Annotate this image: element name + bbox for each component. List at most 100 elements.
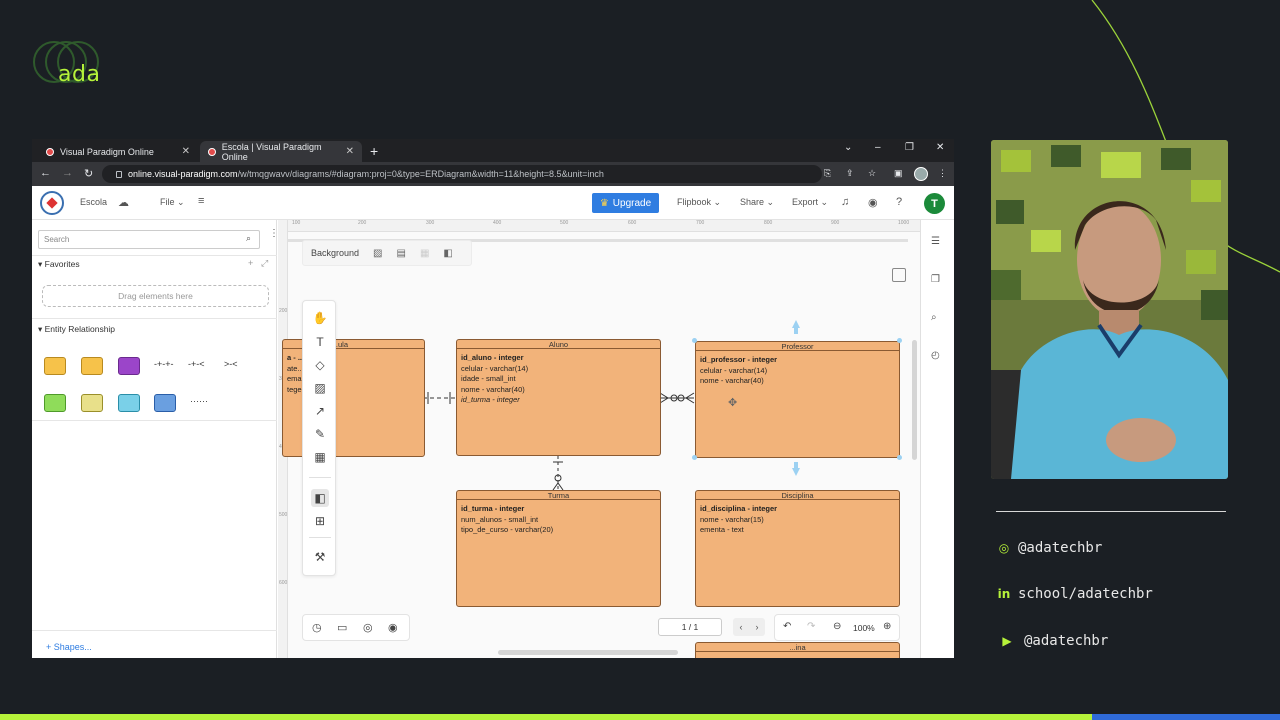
zoom-level[interactable]: 100%	[853, 623, 875, 633]
vp-favicon-icon	[46, 147, 54, 156]
forward-icon[interactable]: →	[62, 167, 73, 179]
one-to-one-connector[interactable]: -+-+-	[154, 359, 176, 377]
browser-menu-icon[interactable]: ⋮	[938, 168, 948, 178]
one-to-many-connector[interactable]: -+-<	[188, 359, 210, 377]
minimize-icon[interactable]: –	[875, 142, 881, 153]
connector-tool-icon[interactable]: ↗	[311, 402, 329, 420]
zoom-in-icon[interactable]: ⊕	[883, 621, 891, 632]
trigger-shape[interactable]	[44, 394, 66, 412]
resize-arrow-up-stem[interactable]	[794, 328, 798, 334]
comment-icon[interactable]: ◎	[363, 621, 373, 634]
selection-handle[interactable]	[897, 338, 902, 343]
format-panel-icon[interactable]: ☰	[931, 236, 940, 247]
upgrade-button[interactable]: ♛ Upgrade	[592, 193, 659, 213]
search-icon[interactable]: ⌕	[931, 312, 937, 323]
entity-relationship-header[interactable]: ▾ Entity Relationship	[38, 324, 115, 335]
bell-icon[interactable]: ♫	[841, 196, 849, 208]
social-instagram[interactable]: ◎ @adatechbr	[996, 540, 1103, 556]
resize-arrow-up[interactable]	[792, 320, 800, 328]
cloud-icon[interactable]: ☁	[118, 196, 129, 209]
user-avatar[interactable]: T	[924, 193, 945, 214]
help-icon[interactable]: ?	[896, 196, 902, 208]
diagram-canvas[interactable]: 100 200 300 400 500 600 700 800 900 1000…	[278, 220, 920, 658]
search-input[interactable]: Search	[38, 230, 260, 249]
back-icon[interactable]: ←	[40, 167, 51, 179]
vertical-scrollbar[interactable]	[912, 340, 917, 460]
sidebar-icon[interactable]: ▣	[894, 168, 904, 178]
entity-bottom-partial[interactable]: ...ina	[695, 642, 900, 658]
timer-icon[interactable]: ◷	[312, 621, 322, 634]
tab-escola[interactable]: Escola | Visual Paradigm Online ✕	[200, 141, 362, 162]
visual-paradigm-logo[interactable]	[40, 191, 64, 215]
resize-arrow-down-stem[interactable]	[794, 462, 798, 468]
address-bar: ← → ↻ online.visual-paradigm.com /w/tmqg…	[32, 162, 954, 186]
entity-aluno[interactable]: Aluno id_aluno - integer celular - varch…	[456, 339, 661, 456]
panel-toggle-icon[interactable]: ◧	[311, 489, 329, 507]
share-menu[interactable]: Share ⌄	[740, 197, 774, 208]
share-page-icon[interactable]: ⇪	[846, 168, 856, 178]
flipbook-menu[interactable]: Flipbook ⌄	[677, 197, 721, 208]
table-shape[interactable]	[81, 394, 103, 412]
video-icon[interactable]: ▭	[337, 621, 347, 634]
history-icon[interactable]: ◴	[931, 350, 940, 361]
eye-icon[interactable]: ◉	[868, 196, 878, 209]
more-shapes-link[interactable]: + Shapes...	[46, 642, 92, 652]
many-to-many-connector[interactable]: >-<	[224, 359, 246, 377]
tab-label: Visual Paradigm Online	[60, 146, 154, 157]
favorites-header[interactable]: ▾ Favorites	[38, 259, 80, 270]
selection-handle[interactable]	[692, 338, 697, 343]
database-view-shape[interactable]	[154, 394, 176, 412]
entity-turma[interactable]: Turma id_turma - integer num_alunos - sm…	[456, 490, 661, 607]
next-page-icon[interactable]: ›	[756, 622, 759, 632]
hand-tool-icon[interactable]: ✋	[311, 309, 329, 327]
add-icon[interactable]: +	[248, 258, 253, 268]
shapes-tool-icon[interactable]: ◇	[311, 356, 329, 374]
add-page-icon[interactable]: ⊞	[311, 512, 329, 530]
social-youtube[interactable]: ▶ @adatechbr	[996, 633, 1108, 649]
project-name[interactable]: Escola	[80, 197, 107, 207]
layers-icon[interactable]: ❐	[931, 274, 940, 285]
page-indicator[interactable]: 1 / 1	[658, 618, 722, 636]
browser-profile-avatar[interactable]	[914, 167, 928, 181]
export-menu[interactable]: Export ⌄	[792, 197, 828, 208]
resize-arrow-down[interactable]	[792, 468, 800, 476]
freehand-tool-icon[interactable]: ✎	[311, 425, 329, 443]
present-icon[interactable]: ◉	[388, 621, 398, 634]
entity-shape[interactable]	[44, 357, 66, 375]
new-tab-icon[interactable]: +	[370, 143, 378, 159]
hamburger-icon[interactable]: ≡	[198, 195, 204, 207]
close-icon[interactable]: ✕	[346, 146, 354, 157]
bookmark-star-icon[interactable]: ☆	[868, 168, 878, 178]
reload-icon[interactable]: ↻	[84, 167, 93, 180]
redo-icon[interactable]: ↷	[807, 621, 815, 632]
url-field[interactable]: online.visual-paradigm.com /w/tmqgwavv/d…	[102, 165, 822, 183]
text-tool-icon[interactable]: T	[311, 333, 329, 351]
window-close-icon[interactable]: ✕	[936, 142, 944, 153]
maximize-icon[interactable]: ❐	[905, 142, 914, 153]
image-tool-icon[interactable]: ▨	[311, 379, 329, 397]
tab-search-icon[interactable]: ⌄	[844, 142, 852, 153]
prev-page-icon[interactable]: ‹	[740, 622, 743, 632]
tab-visual-paradigm[interactable]: Visual Paradigm Online ✕	[38, 141, 198, 162]
table-tool-icon[interactable]: ▦	[311, 448, 329, 466]
social-linkedin[interactable]: in school/adatechbr	[996, 586, 1153, 602]
entity-professor[interactable]: Professor id_professor - integer celular…	[695, 341, 900, 458]
translate-icon[interactable]: ⎘	[824, 168, 834, 178]
search-icon[interactable]: ⌕	[246, 233, 251, 244]
entity-field: tipo_de_curso - varchar(20)	[461, 525, 554, 534]
format-painter-icon[interactable]: ⚒	[311, 548, 329, 566]
selection-handle[interactable]	[897, 455, 902, 460]
undo-icon[interactable]: ↶	[783, 621, 791, 632]
view-shape[interactable]	[81, 357, 103, 375]
zoom-out-icon[interactable]: ⊖	[833, 621, 841, 632]
stored-procedure-shape[interactable]	[118, 357, 140, 375]
close-icon[interactable]: ✕	[182, 146, 190, 157]
entity-disciplina[interactable]: Disciplina id_disciplina - integer nome …	[695, 490, 900, 607]
selection-handle[interactable]	[692, 455, 697, 460]
dotted-connector[interactable]: ······	[190, 396, 212, 414]
sequence-shape[interactable]	[118, 394, 140, 412]
favorites-dropzone[interactable]: Drag elements here	[42, 285, 269, 307]
file-menu[interactable]: File ⌄	[160, 197, 185, 208]
horizontal-scrollbar[interactable]	[498, 650, 678, 655]
expand-icon[interactable]: ⤢	[261, 258, 268, 269]
